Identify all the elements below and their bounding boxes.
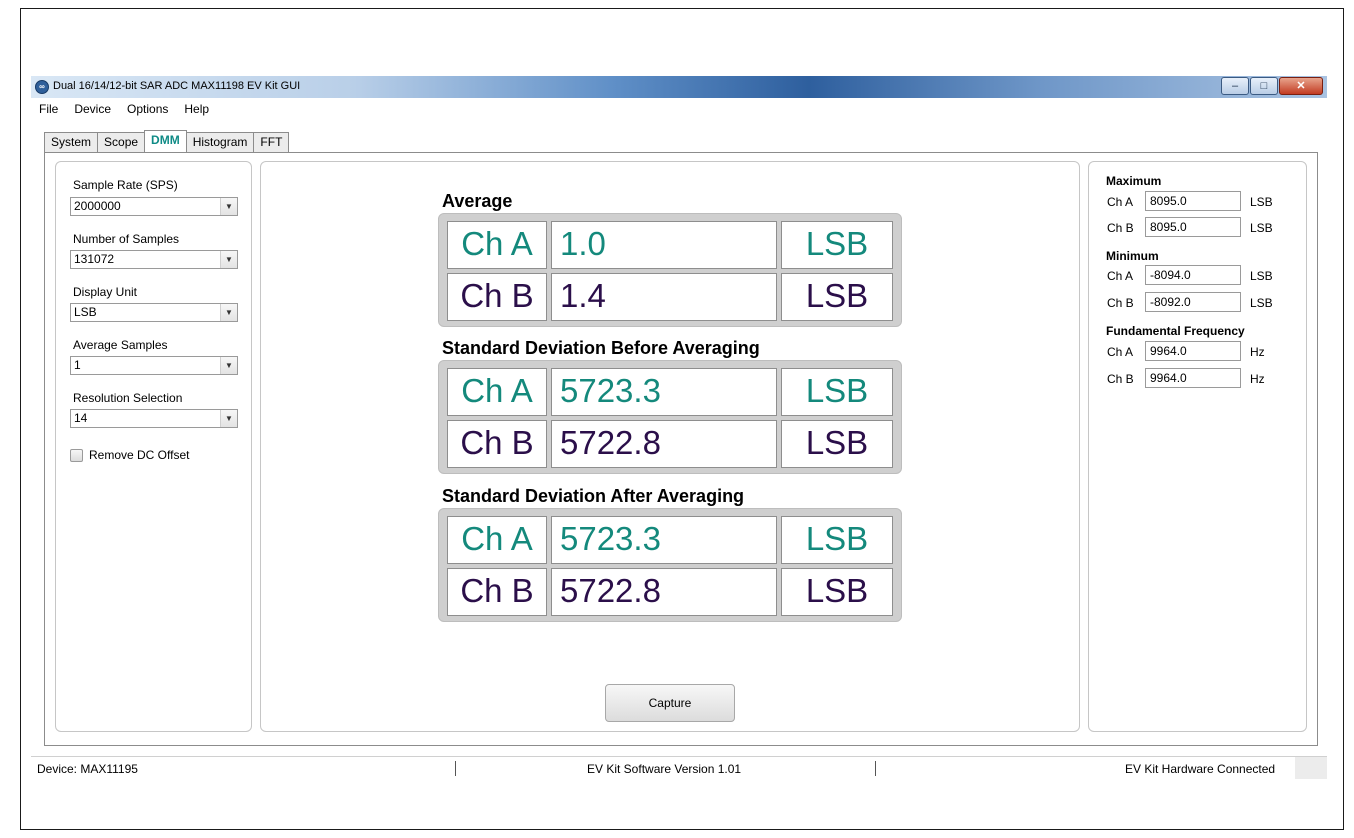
average-cha-label: Ch A	[447, 221, 547, 269]
average-title: Average	[442, 191, 513, 211]
maximum-cha-unit: LSB	[1250, 195, 1273, 209]
status-divider	[455, 761, 456, 776]
window-title: Dual 16/14/12-bit SAR ADC MAX11198 EV Ki…	[53, 80, 301, 92]
menu-help[interactable]: Help	[176, 102, 217, 116]
menu-device[interactable]: Device	[66, 102, 119, 116]
maximum-chb-unit: LSB	[1250, 221, 1273, 235]
minimum-cha-unit: LSB	[1250, 269, 1273, 283]
std-after-cha-label: Ch A	[447, 516, 547, 564]
std-before-box: Ch A 5723.3 LSB Ch B 5722.8 LSB	[438, 360, 902, 474]
fundamental-cha-unit: Hz	[1250, 345, 1265, 359]
minimum-cha-field[interactable]: -8094.0	[1145, 265, 1241, 285]
status-hardware: EV Kit Hardware Connected	[1125, 762, 1276, 776]
minimum-cha-label: Ch A	[1107, 269, 1134, 283]
std-before-title: Standard Deviation Before Averaging	[442, 338, 760, 358]
std-before-cha-value: 5723.3	[551, 368, 777, 416]
capture-button[interactable]: Capture	[605, 684, 735, 722]
window-controls: – □ ✕	[1221, 77, 1323, 95]
std-before-chb-value: 5722.8	[551, 420, 777, 468]
status-bar: Device: MAX11195 EV Kit Software Version…	[31, 756, 1327, 779]
fundamental-title: Fundamental Frequency	[1106, 324, 1245, 338]
fundamental-cha-field[interactable]: 9964.0	[1145, 341, 1241, 361]
status-divider	[875, 761, 876, 776]
tab-strip: System Scope DMM Histogram FFT	[44, 130, 290, 152]
remove-dc-offset-checkbox[interactable]	[70, 448, 83, 462]
resolution-value: 14	[74, 411, 88, 425]
chevron-down-icon[interactable]: ▼	[220, 357, 237, 374]
std-after-chb-unit: LSB	[781, 568, 893, 616]
display-unit-value: LSB	[74, 305, 97, 319]
tab-dmm[interactable]: DMM	[144, 130, 187, 152]
menu-options[interactable]: Options	[119, 102, 176, 116]
maximum-chb-field[interactable]: 8095.0	[1145, 217, 1241, 237]
maximum-cha-label: Ch A	[1107, 195, 1134, 209]
resolution-label: Resolution Selection	[73, 391, 183, 405]
remove-dc-offset-row[interactable]: Remove DC Offset	[70, 448, 189, 462]
title-bar[interactable]: ∞ Dual 16/14/12-bit SAR ADC MAX11198 EV …	[31, 76, 1327, 98]
fundamental-chb-unit: Hz	[1250, 372, 1265, 386]
status-version: EV Kit Software Version 1.01	[587, 762, 742, 776]
num-samples-select[interactable]: 131072 ▼	[70, 250, 238, 269]
avg-samples-value: 1	[74, 358, 81, 372]
tab-scope[interactable]: Scope	[97, 132, 146, 152]
std-after-chb-label: Ch B	[447, 568, 547, 616]
num-samples-label: Number of Samples	[73, 232, 180, 246]
average-cha-unit: LSB	[781, 221, 893, 269]
avg-samples-label: Average Samples	[73, 338, 168, 352]
average-cha-value: 1.0	[551, 221, 777, 269]
app-icon: ∞	[35, 80, 49, 94]
maximum-title: Maximum	[1106, 174, 1162, 188]
chevron-down-icon[interactable]: ▼	[220, 410, 237, 427]
maximum-chb-label: Ch B	[1107, 221, 1134, 235]
std-after-cha-unit: LSB	[781, 516, 893, 564]
settings-panel	[55, 161, 252, 732]
sample-rate-select[interactable]: 2000000 ▼	[70, 197, 238, 216]
chevron-down-icon[interactable]: ▼	[220, 304, 237, 321]
sample-rate-value: 2000000	[74, 199, 121, 213]
chevron-down-icon[interactable]: ▼	[220, 251, 237, 268]
resolution-select[interactable]: 14 ▼	[70, 409, 238, 428]
minimum-title: Minimum	[1106, 249, 1159, 263]
std-before-chb-unit: LSB	[781, 420, 893, 468]
average-box: Ch A 1.0 LSB Ch B 1.4 LSB	[438, 213, 902, 327]
maximum-cha-field[interactable]: 8095.0	[1145, 191, 1241, 211]
sample-rate-label: Sample Rate (SPS)	[73, 178, 178, 192]
maximize-button[interactable]: □	[1250, 77, 1278, 95]
menu-file[interactable]: File	[31, 102, 66, 116]
display-unit-select[interactable]: LSB ▼	[70, 303, 238, 322]
average-chb-value: 1.4	[551, 273, 777, 321]
minimize-button[interactable]: –	[1221, 77, 1249, 95]
fundamental-cha-label: Ch A	[1107, 345, 1134, 359]
average-chb-label: Ch B	[447, 273, 547, 321]
average-chb-unit: LSB	[781, 273, 893, 321]
status-grip	[1295, 757, 1327, 779]
minimum-chb-unit: LSB	[1250, 296, 1273, 310]
tab-fft[interactable]: FFT	[253, 132, 290, 152]
std-before-cha-label: Ch A	[447, 368, 547, 416]
avg-samples-select[interactable]: 1 ▼	[70, 356, 238, 375]
num-samples-value: 131072	[74, 252, 115, 266]
std-after-chb-value: 5722.8	[551, 568, 777, 616]
std-before-chb-label: Ch B	[447, 420, 547, 468]
std-after-title: Standard Deviation After Averaging	[442, 486, 745, 506]
status-device: Device: MAX11195	[37, 762, 138, 776]
minimum-chb-label: Ch B	[1107, 296, 1134, 310]
display-unit-label: Display Unit	[73, 285, 138, 299]
tab-system[interactable]: System	[44, 132, 99, 152]
tab-histogram[interactable]: Histogram	[185, 132, 255, 152]
close-button[interactable]: ✕	[1279, 77, 1323, 95]
fundamental-chb-label: Ch B	[1107, 372, 1134, 386]
extrema-panel	[1088, 161, 1307, 732]
std-after-cha-value: 5723.3	[551, 516, 777, 564]
menu-bar: File Device Options Help	[31, 98, 1327, 120]
fundamental-chb-field[interactable]: 9964.0	[1145, 368, 1241, 388]
std-before-cha-unit: LSB	[781, 368, 893, 416]
remove-dc-offset-label: Remove DC Offset	[89, 448, 190, 462]
minimum-chb-field[interactable]: -8092.0	[1145, 292, 1241, 312]
std-after-box: Ch A 5723.3 LSB Ch B 5722.8 LSB	[438, 508, 902, 622]
chevron-down-icon[interactable]: ▼	[220, 198, 237, 215]
